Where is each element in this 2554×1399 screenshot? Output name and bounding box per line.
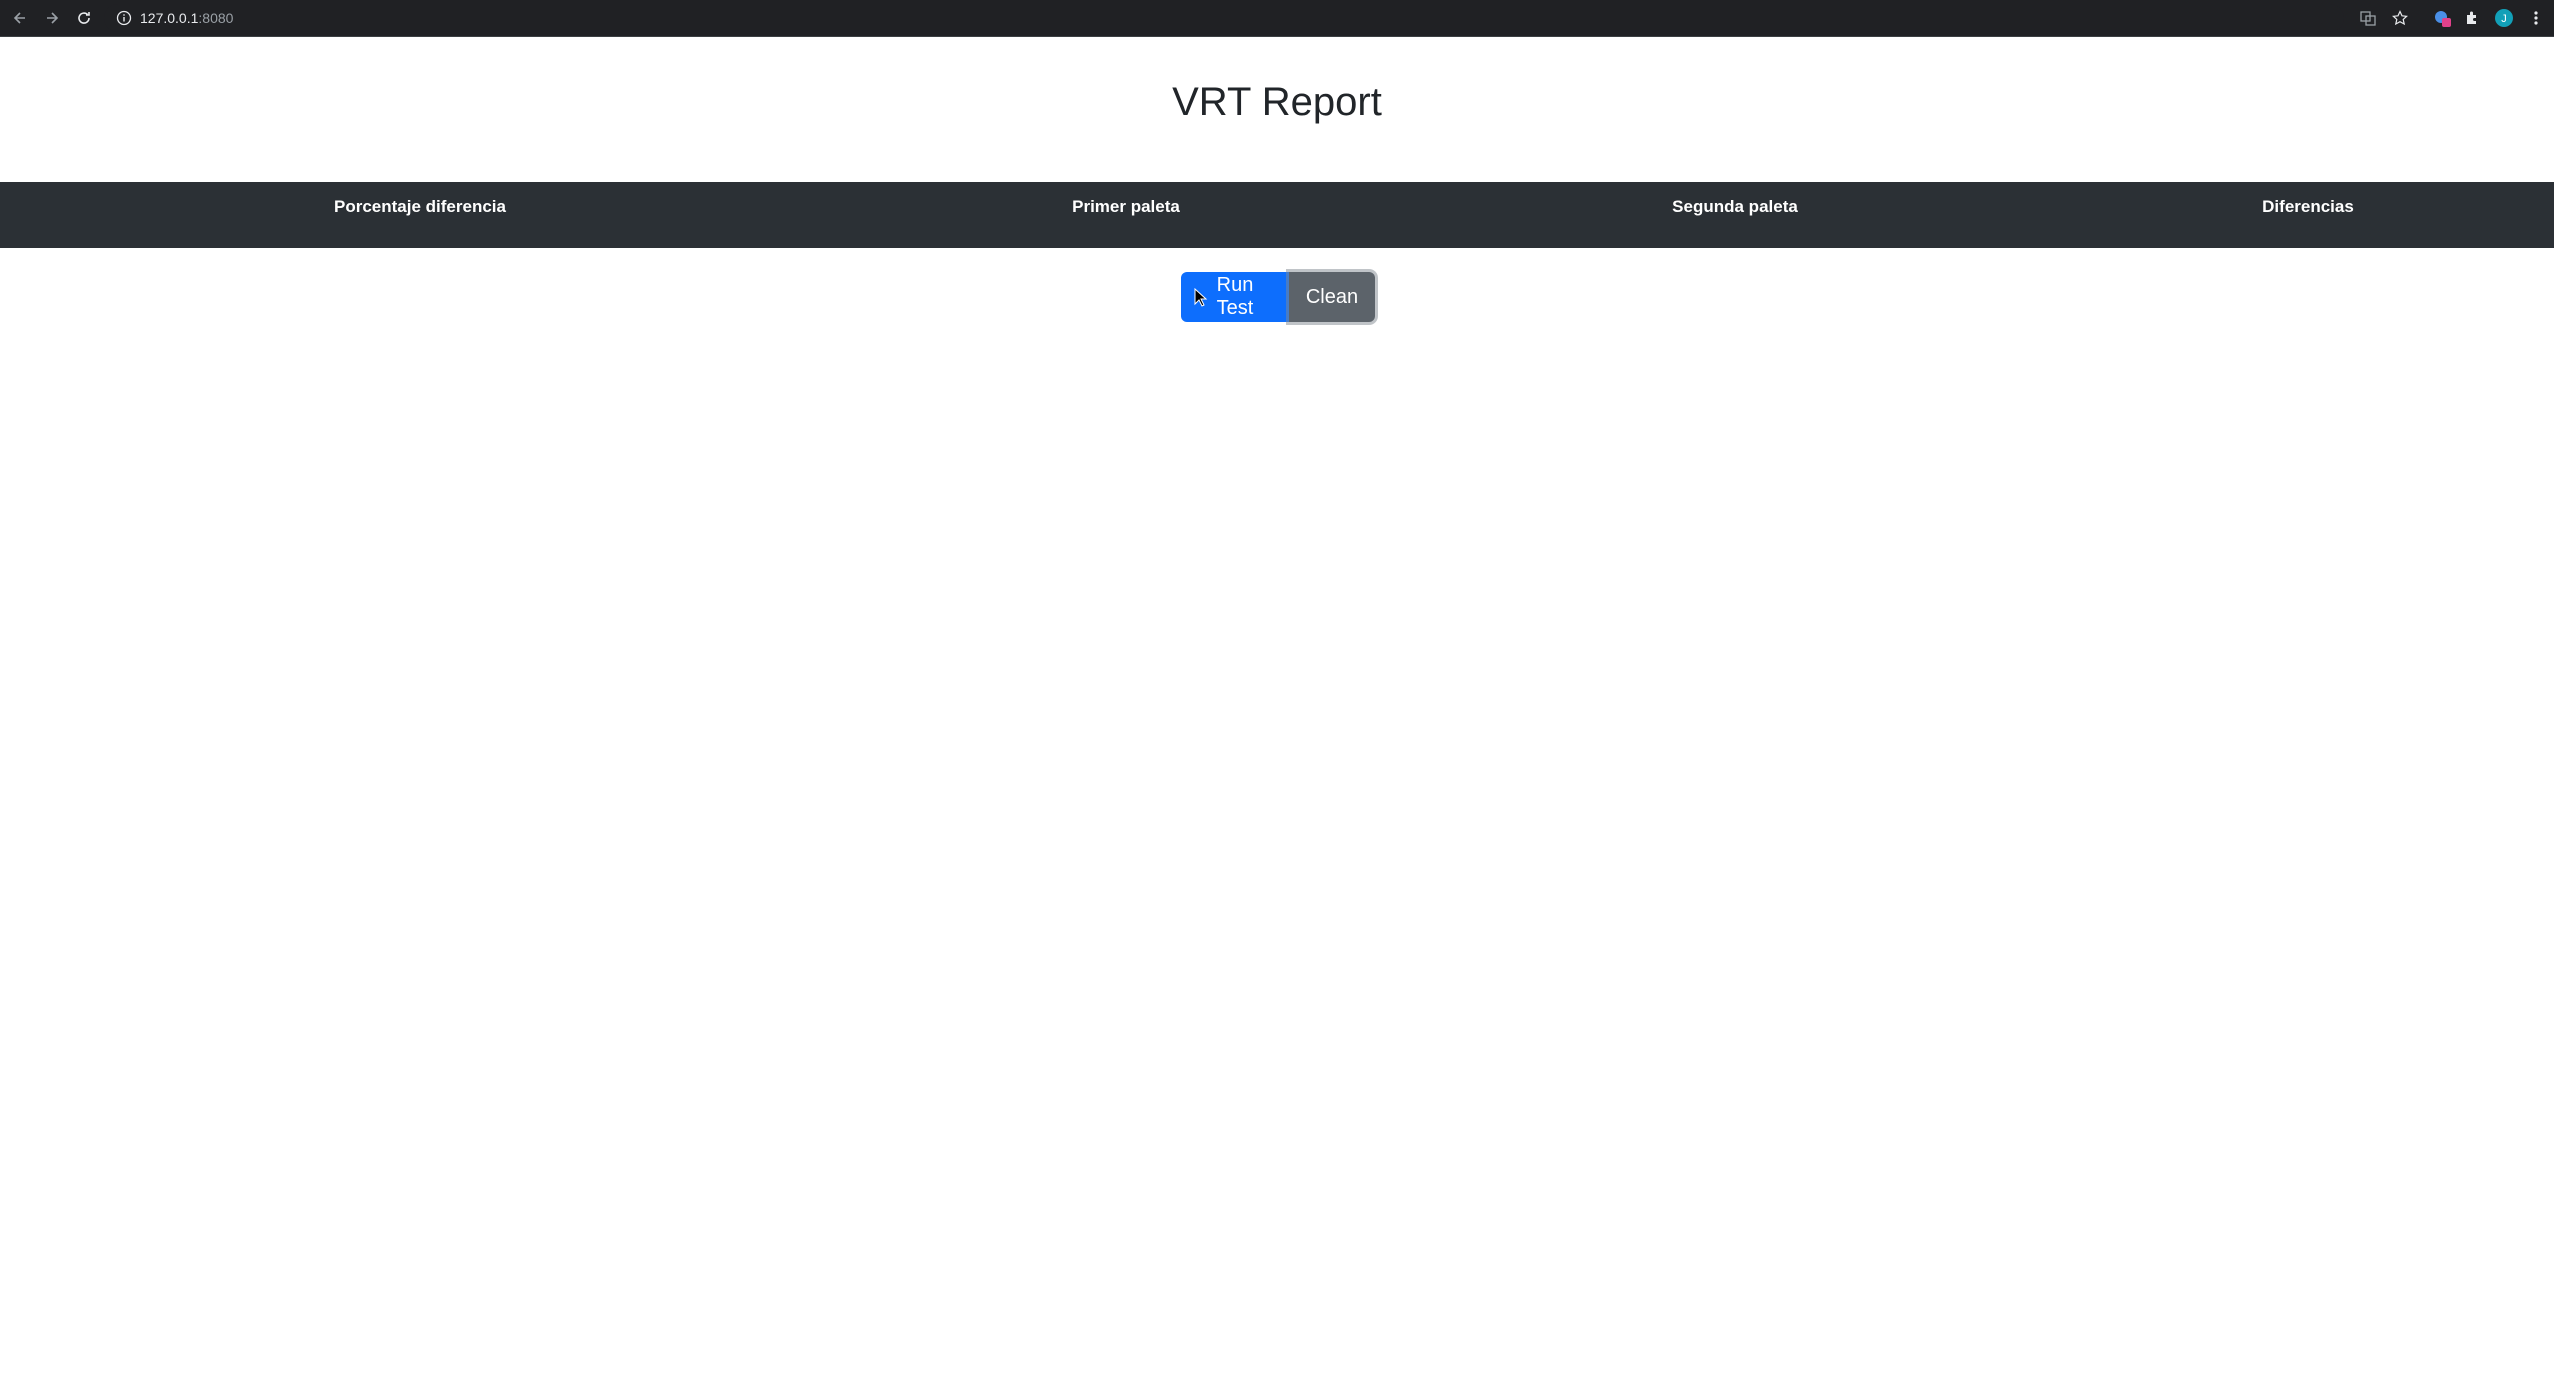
column-header-differences: Diferencias [2262,197,2354,216]
clean-button[interactable]: Clean [1289,272,1375,322]
extensions-puzzle-icon[interactable] [2462,8,2482,28]
svg-text:J: J [2501,13,2507,25]
reload-button[interactable] [72,6,96,30]
column-header-percentage: Porcentaje diferencia [334,197,506,216]
url-host: 127.0.0.1 [140,10,199,26]
forward-arrow-icon [47,12,59,24]
column-header-second-palette: Segunda paleta [1672,197,1798,216]
reload-icon [78,12,90,24]
extension-badge-icon[interactable] [2432,8,2452,28]
mouse-cursor-icon [1194,288,1208,307]
back-arrow-icon [13,12,25,24]
browser-toolbar: 127.0.0.1:8080 J [0,0,2554,37]
page-title: VRT Report [1172,80,1382,124]
url-port: :8080 [198,10,234,26]
translate-icon[interactable] [2358,8,2378,28]
back-button[interactable] [8,6,32,30]
column-header-first-palette: Primer paleta [1072,197,1180,216]
action-button-group: Run Test Clean [1181,272,1375,322]
browser-menu-icon[interactable] [2526,8,2546,28]
forward-button[interactable] [40,6,64,30]
address-bar[interactable]: 127.0.0.1:8080 [104,4,2344,32]
results-table-header: Porcentaje diferencia Primer paleta Segu… [0,182,2554,248]
profile-avatar-icon[interactable]: J [2494,8,2514,28]
bookmark-star-icon[interactable] [2390,8,2410,28]
info-icon[interactable] [116,10,132,26]
